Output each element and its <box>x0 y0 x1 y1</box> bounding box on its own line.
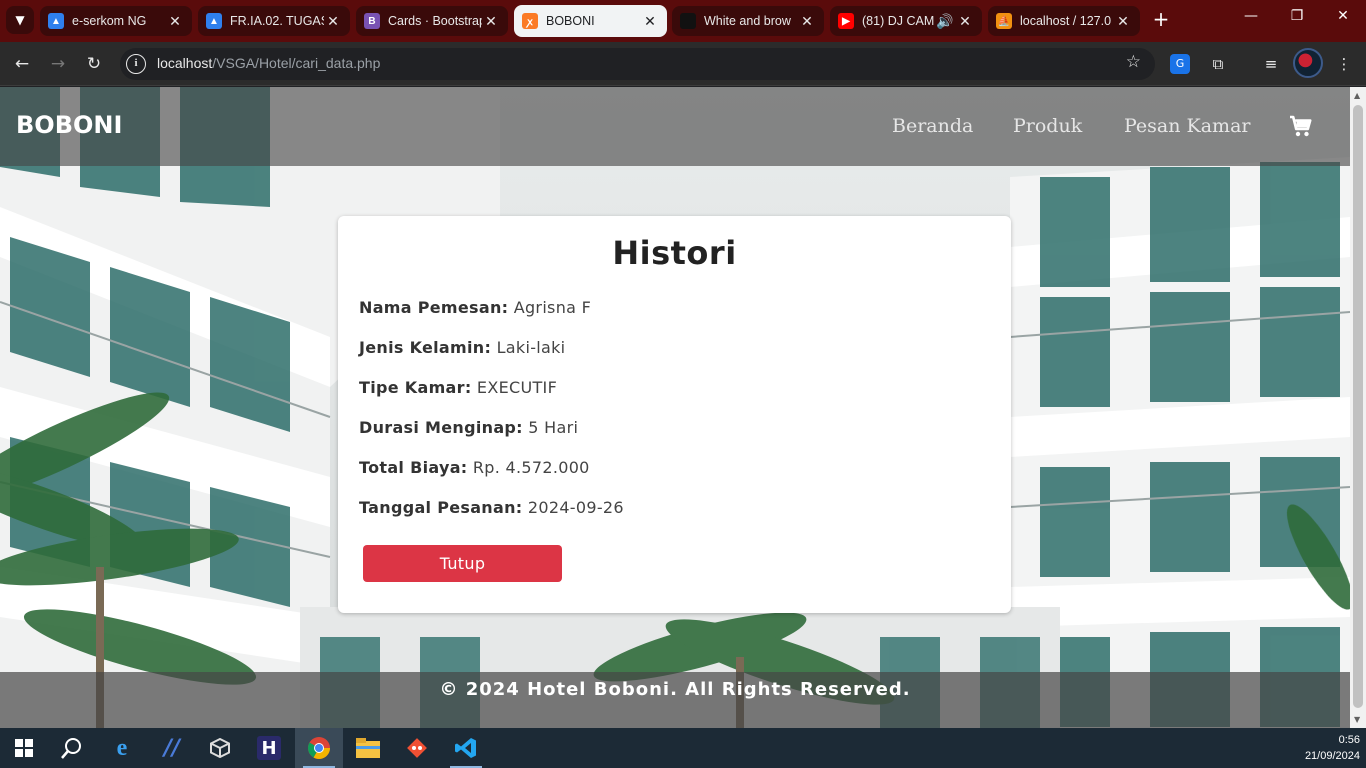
tab-title: Cards · Bootstrap <box>388 14 482 28</box>
detail-value: 2024-09-26 <box>527 498 624 517</box>
detail-row-tipe-kamar: Tipe Kamar: EXECUTIF <box>359 378 557 397</box>
close-icon[interactable]: ✕ <box>482 13 500 30</box>
close-icon[interactable]: ✕ <box>798 13 816 30</box>
url-text[interactable]: localhost/VSGA/Hotel/cari_data.php <box>157 55 380 71</box>
file-explorer-icon[interactable] <box>344 728 392 768</box>
tab-bootstrap-cards[interactable]: B Cards · Bootstrap ✕ <box>356 6 508 36</box>
menu-kebab-icon[interactable]: ⋮ <box>1332 52 1356 76</box>
vscode-icon[interactable] <box>442 728 490 768</box>
toolbar: ← → ↻ i localhost/VSGA/Hotel/cari_data.p… <box>0 42 1366 86</box>
new-tab-button[interactable]: + <box>1150 9 1172 31</box>
system-clock[interactable]: 0:56 21/09/2024 <box>1305 732 1360 764</box>
footer-copyright: © 2024 Hotel Boboni. All Rights Reserved… <box>439 679 911 700</box>
scroll-down-icon[interactable]: ▼ <box>1354 715 1360 724</box>
git-icon[interactable] <box>393 728 441 768</box>
forward-icon[interactable]: → <box>46 52 70 76</box>
bookmark-star-icon[interactable]: ☆ <box>1126 52 1141 72</box>
detail-row-nama: Nama Pemesan: Agrisna F <box>359 298 591 317</box>
detail-row-jenis-kelamin: Jenis Kelamin: Laki-laki <box>359 338 565 357</box>
nav-link-produk[interactable]: Produk <box>1013 115 1082 137</box>
tab-youtube[interactable]: ▶ (81) DJ CAM 🔊 ✕ <box>830 6 982 36</box>
detail-label: Total Biaya: <box>359 458 468 477</box>
close-icon[interactable]: ✕ <box>166 13 184 30</box>
media-controls-icon[interactable]: ≡ <box>1259 52 1283 76</box>
tab-title: (81) DJ CAM <box>862 14 934 28</box>
site-footer: © 2024 Hotel Boboni. All Rights Reserved… <box>0 672 1350 728</box>
chrome-icon[interactable] <box>295 728 343 768</box>
clock-time: 0:56 <box>1338 734 1360 746</box>
triangle-icon: ▲ <box>48 13 64 29</box>
detail-value: Rp. 4.572.000 <box>472 458 590 477</box>
tab-white-and-brown[interactable]: White and brow ✕ <box>672 6 824 36</box>
cube-icon[interactable] <box>196 728 244 768</box>
detail-value: Laki-laki <box>496 338 566 357</box>
site-info-icon[interactable]: i <box>126 54 146 74</box>
close-icon[interactable]: ✕ <box>956 13 974 30</box>
site-brand[interactable]: BOBONI <box>16 111 122 139</box>
close-icon[interactable]: ✕ <box>641 13 659 30</box>
google-translate-icon[interactable]: G <box>1170 54 1190 74</box>
speaker-icon[interactable]: 🔊 <box>934 13 956 30</box>
page-scrollbar[interactable]: ▲ ▼ <box>1350 87 1366 728</box>
nav-link-beranda[interactable]: Beranda <box>892 115 973 137</box>
extensions-icon[interactable]: ⧉ <box>1206 52 1230 76</box>
dark-icon <box>680 13 696 29</box>
detail-row-total-biaya: Total Biaya: Rp. 4.572.000 <box>359 458 590 477</box>
windows-taskbar: e // H 0:56 21/09/2024 <box>0 728 1366 768</box>
scroll-up-icon[interactable]: ▲ <box>1354 91 1360 100</box>
detail-label: Durasi Menginap: <box>359 418 523 437</box>
tab-title: BOBONI <box>546 14 595 28</box>
detail-value: 5 Hari <box>528 418 579 437</box>
close-button[interactable]: Tutup <box>363 545 562 582</box>
card-title: Histori <box>612 234 737 272</box>
close-icon[interactable]: ✕ <box>1114 13 1132 30</box>
bootstrap-icon: B <box>364 13 380 29</box>
internet-explorer-icon[interactable]: e <box>98 728 146 768</box>
windows-start-icon[interactable] <box>0 728 48 768</box>
reload-icon[interactable]: ↻ <box>82 52 106 76</box>
address-bar[interactable]: i localhost/VSGA/Hotel/cari_data.php ☆ <box>120 48 1155 80</box>
tab-fr-ia[interactable]: ▲ FR.IA.02. TUGAS ✕ <box>198 6 350 36</box>
restore-icon[interactable]: ❐ <box>1282 8 1312 24</box>
clock-date: 21/09/2024 <box>1304 750 1360 762</box>
back-icon[interactable]: ← <box>10 52 34 76</box>
search-icon[interactable] <box>48 728 96 768</box>
close-icon[interactable]: ✕ <box>324 13 342 30</box>
detail-label: Nama Pemesan: <box>359 298 509 317</box>
triangle-icon: ▲ <box>206 13 222 29</box>
detail-value: Agrisna F <box>513 298 592 317</box>
window-close-icon[interactable]: ✕ <box>1328 8 1358 24</box>
detail-value: EXECUTIF <box>476 378 558 397</box>
detail-row-tanggal: Tanggal Pesanan: 2024-09-26 <box>359 498 624 517</box>
site-navbar: BOBONI Beranda Produk Pesan Kamar <box>0 87 1350 166</box>
phpmyadmin-icon: ⛵ <box>996 13 1012 29</box>
detail-label: Tipe Kamar: <box>359 378 472 397</box>
tab-title: e-serkom NG <box>72 14 147 28</box>
detail-label: Jenis Kelamin: <box>359 338 492 357</box>
youtube-icon: ▶ <box>838 13 854 29</box>
nav-link-pesan-kamar[interactable]: Pesan Kamar <box>1124 115 1250 137</box>
tab-title: White and brow <box>704 14 791 28</box>
page-viewport: BOBONI Beranda Produk Pesan Kamar Histor… <box>0 87 1350 728</box>
tab-e-serkom[interactable]: ▲ e-serkom NG ✕ <box>40 6 192 36</box>
chevron-down-icon: ▼ <box>15 13 25 27</box>
visual-studio-icon[interactable]: // <box>148 728 196 768</box>
tab-title: FR.IA.02. TUGAS <box>230 14 324 28</box>
detail-row-durasi: Durasi Menginap: 5 Hari <box>359 418 578 437</box>
tab-strip: ▼ ▲ e-serkom NG ✕ ▲ FR.IA.02. TUGAS ✕ B … <box>0 0 1366 42</box>
xampp-icon: ꭗ <box>522 13 538 29</box>
tab-phpmyadmin[interactable]: ⛵ localhost / 127.0 ✕ <box>988 6 1140 36</box>
minimize-icon[interactable]: — <box>1236 8 1266 24</box>
scrollbar-thumb[interactable] <box>1353 105 1363 708</box>
shopping-cart-icon[interactable] <box>1289 114 1313 138</box>
tab-search-button[interactable]: ▼ <box>6 6 34 34</box>
h-app-icon[interactable]: H <box>245 728 293 768</box>
tab-boboni[interactable]: ꭗ BOBONI ✕ <box>514 5 667 37</box>
detail-label: Tanggal Pesanan: <box>359 498 523 517</box>
profile-avatar[interactable] <box>1293 48 1323 78</box>
history-card: Histori Nama Pemesan: Agrisna F Jenis Ke… <box>338 216 1011 613</box>
tab-title: localhost / 127.0 <box>1020 14 1112 28</box>
